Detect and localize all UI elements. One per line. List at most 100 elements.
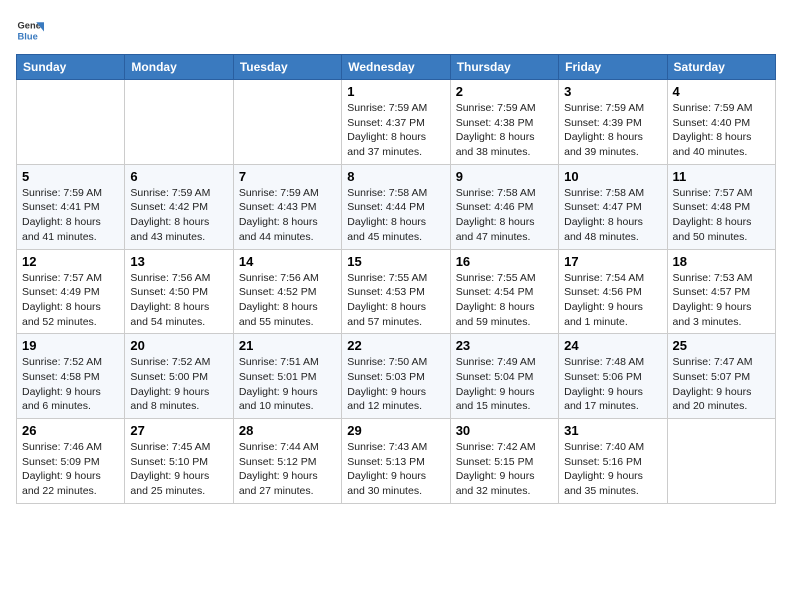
cell-content: Sunrise: 7:59 AMSunset: 4:43 PMDaylight:… xyxy=(239,186,336,245)
date-number: 27 xyxy=(130,423,227,438)
calendar-cell: 30 Sunrise: 7:42 AMSunset: 5:15 PMDayligh… xyxy=(450,419,558,504)
calendar-cell: 4Sunrise: 7:59 AMSunset: 4:40 PMDaylight… xyxy=(667,80,775,165)
calendar-cell: 28 Sunrise: 7:44 AMSunset: 5:12 PMDayligh… xyxy=(233,419,341,504)
date-number: 20 xyxy=(130,338,227,353)
date-number: 2 xyxy=(456,84,553,99)
calendar-cell: 1Sunrise: 7:59 AMSunset: 4:37 PMDaylight… xyxy=(342,80,450,165)
cell-content: Sunrise: 7:57 AMSunset: 4:48 PMDaylight:… xyxy=(673,186,770,245)
cell-content: Sunrise: 7:47 AMSunset: 5:07 PMDaylight:… xyxy=(673,355,770,414)
calendar-cell: 5 Sunrise: 7:59 AMSunset: 4:41 PMDaylight… xyxy=(17,164,125,249)
calendar-cell: 26 Sunrise: 7:46 AMSunset: 5:09 PMDayligh… xyxy=(17,419,125,504)
date-number: 29 xyxy=(347,423,444,438)
date-number: 13 xyxy=(130,254,227,269)
date-number: 15 xyxy=(347,254,444,269)
date-number: 19 xyxy=(22,338,119,353)
date-number: 1 xyxy=(347,84,444,99)
calendar-cell: 10 Sunrise: 7:58 AMSunset: 4:47 PMDayligh… xyxy=(559,164,667,249)
calendar-cell: 23 Sunrise: 7:49 AMSunset: 5:04 PMDayligh… xyxy=(450,334,558,419)
week-row-4: 19 Sunrise: 7:52 AMSunset: 4:58 PMDayligh… xyxy=(17,334,776,419)
date-number: 28 xyxy=(239,423,336,438)
calendar-cell: 17 Sunrise: 7:54 AMSunset: 4:56 PMDayligh… xyxy=(559,249,667,334)
week-row-3: 12 Sunrise: 7:57 AMSunset: 4:49 PMDayligh… xyxy=(17,249,776,334)
cell-content: Sunrise: 7:56 AMSunset: 4:52 PMDaylight:… xyxy=(239,271,336,330)
calendar-cell: 24 Sunrise: 7:48 AMSunset: 5:06 PMDayligh… xyxy=(559,334,667,419)
calendar-cell: 9 Sunrise: 7:58 AMSunset: 4:46 PMDaylight… xyxy=(450,164,558,249)
date-number: 3 xyxy=(564,84,661,99)
calendar-cell: 18Sunrise: 7:53 AMSunset: 4:57 PMDayligh… xyxy=(667,249,775,334)
date-number: 18 xyxy=(673,254,770,269)
calendar-cell: 6 Sunrise: 7:59 AMSunset: 4:42 PMDaylight… xyxy=(125,164,233,249)
cell-content: Sunrise: 7:59 AMSunset: 4:38 PMDaylight:… xyxy=(456,101,553,160)
calendar-cell: 11 Sunrise: 7:57 AMSunset: 4:48 PMDayligh… xyxy=(667,164,775,249)
calendar-cell xyxy=(233,80,341,165)
calendar-cell: 15 Sunrise: 7:55 AMSunset: 4:53 PMDayligh… xyxy=(342,249,450,334)
calendar-cell: 21 Sunrise: 7:51 AMSunset: 5:01 PMDayligh… xyxy=(233,334,341,419)
weekday-header-saturday: Saturday xyxy=(667,55,775,80)
date-number: 6 xyxy=(130,169,227,184)
weekday-header-thursday: Thursday xyxy=(450,55,558,80)
cell-content: Sunrise: 7:58 AMSunset: 4:46 PMDaylight:… xyxy=(456,186,553,245)
cell-content: Sunrise: 7:42 AMSunset: 5:15 PMDaylight:… xyxy=(456,440,553,499)
date-number: 26 xyxy=(22,423,119,438)
date-number: 14 xyxy=(239,254,336,269)
cell-content: Sunrise: 7:40 AMSunset: 5:16 PMDaylight:… xyxy=(564,440,661,499)
calendar-cell: 12 Sunrise: 7:57 AMSunset: 4:49 PMDayligh… xyxy=(17,249,125,334)
calendar-cell xyxy=(17,80,125,165)
date-number: 21 xyxy=(239,338,336,353)
cell-content: Sunrise: 7:59 AMSunset: 4:39 PMDaylight:… xyxy=(564,101,661,160)
cell-content: Sunrise: 7:48 AMSunset: 5:06 PMDaylight:… xyxy=(564,355,661,414)
calendar-cell: 14 Sunrise: 7:56 AMSunset: 4:52 PMDayligh… xyxy=(233,249,341,334)
date-number: 12 xyxy=(22,254,119,269)
calendar-cell: 7Sunrise: 7:59 AMSunset: 4:43 PMDaylight… xyxy=(233,164,341,249)
date-number: 24 xyxy=(564,338,661,353)
week-row-1: 1Sunrise: 7:59 AMSunset: 4:37 PMDaylight… xyxy=(17,80,776,165)
logo: General Blue xyxy=(16,16,48,44)
calendar-cell: 8Sunrise: 7:58 AMSunset: 4:44 PMDaylight… xyxy=(342,164,450,249)
week-row-2: 5 Sunrise: 7:59 AMSunset: 4:41 PMDaylight… xyxy=(17,164,776,249)
calendar-cell: 22Sunrise: 7:50 AMSunset: 5:03 PMDayligh… xyxy=(342,334,450,419)
calendar-cell: 29Sunrise: 7:43 AMSunset: 5:13 PMDayligh… xyxy=(342,419,450,504)
date-number: 25 xyxy=(673,338,770,353)
calendar-cell: 13 Sunrise: 7:56 AMSunset: 4:50 PMDayligh… xyxy=(125,249,233,334)
cell-content: Sunrise: 7:49 AMSunset: 5:04 PMDaylight:… xyxy=(456,355,553,414)
calendar-cell: 27Sunrise: 7:45 AMSunset: 5:10 PMDayligh… xyxy=(125,419,233,504)
date-number: 4 xyxy=(673,84,770,99)
cell-content: Sunrise: 7:58 AMSunset: 4:44 PMDaylight:… xyxy=(347,186,444,245)
weekday-header-wednesday: Wednesday xyxy=(342,55,450,80)
cell-content: Sunrise: 7:59 AMSunset: 4:41 PMDaylight:… xyxy=(22,186,119,245)
calendar-cell xyxy=(667,419,775,504)
cell-content: Sunrise: 7:58 AMSunset: 4:47 PMDaylight:… xyxy=(564,186,661,245)
date-number: 11 xyxy=(673,169,770,184)
cell-content: Sunrise: 7:46 AMSunset: 5:09 PMDaylight:… xyxy=(22,440,119,499)
cell-content: Sunrise: 7:44 AMSunset: 5:12 PMDaylight:… xyxy=(239,440,336,499)
date-number: 17 xyxy=(564,254,661,269)
date-number: 10 xyxy=(564,169,661,184)
date-number: 5 xyxy=(22,169,119,184)
date-number: 9 xyxy=(456,169,553,184)
calendar-cell: 2 Sunrise: 7:59 AMSunset: 4:38 PMDaylight… xyxy=(450,80,558,165)
weekday-header-tuesday: Tuesday xyxy=(233,55,341,80)
cell-content: Sunrise: 7:51 AMSunset: 5:01 PMDaylight:… xyxy=(239,355,336,414)
cell-content: Sunrise: 7:52 AMSunset: 5:00 PMDaylight:… xyxy=(130,355,227,414)
calendar-cell: 3 Sunrise: 7:59 AMSunset: 4:39 PMDaylight… xyxy=(559,80,667,165)
calendar-cell: 31Sunrise: 7:40 AMSunset: 5:16 PMDayligh… xyxy=(559,419,667,504)
calendar-cell xyxy=(125,80,233,165)
cell-content: Sunrise: 7:55 AMSunset: 4:53 PMDaylight:… xyxy=(347,271,444,330)
cell-content: Sunrise: 7:57 AMSunset: 4:49 PMDaylight:… xyxy=(22,271,119,330)
cell-content: Sunrise: 7:55 AMSunset: 4:54 PMDaylight:… xyxy=(456,271,553,330)
date-number: 22 xyxy=(347,338,444,353)
calendar-cell: 25 Sunrise: 7:47 AMSunset: 5:07 PMDayligh… xyxy=(667,334,775,419)
weekday-header-monday: Monday xyxy=(125,55,233,80)
calendar-cell: 20 Sunrise: 7:52 AMSunset: 5:00 PMDayligh… xyxy=(125,334,233,419)
svg-text:Blue: Blue xyxy=(18,31,38,41)
cell-content: Sunrise: 7:52 AMSunset: 4:58 PMDaylight:… xyxy=(22,355,119,414)
date-number: 23 xyxy=(456,338,553,353)
calendar-table: SundayMondayTuesdayWednesdayThursdayFrid… xyxy=(16,54,776,504)
date-number: 16 xyxy=(456,254,553,269)
cell-content: Sunrise: 7:56 AMSunset: 4:50 PMDaylight:… xyxy=(130,271,227,330)
calendar-cell: 19 Sunrise: 7:52 AMSunset: 4:58 PMDayligh… xyxy=(17,334,125,419)
cell-content: Sunrise: 7:54 AMSunset: 4:56 PMDaylight:… xyxy=(564,271,661,330)
cell-content: Sunrise: 7:59 AMSunset: 4:42 PMDaylight:… xyxy=(130,186,227,245)
date-number: 30 xyxy=(456,423,553,438)
week-row-5: 26 Sunrise: 7:46 AMSunset: 5:09 PMDayligh… xyxy=(17,419,776,504)
